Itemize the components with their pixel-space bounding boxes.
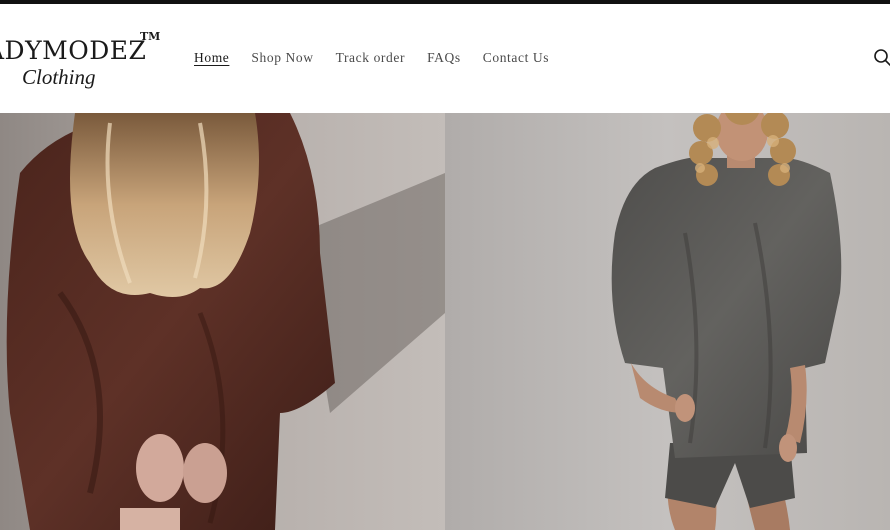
logo-subtitle: Clothing [22, 65, 96, 89]
nav-item-shop-now[interactable]: Shop Now [251, 50, 313, 66]
nav-item-contact-us[interactable]: Contact Us [483, 50, 549, 66]
hero-image-left[interactable] [0, 113, 445, 530]
nav-item-home[interactable]: Home [194, 50, 229, 66]
nav-item-track-order[interactable]: Track order [336, 50, 405, 66]
model-grey-oversized-tee-image [445, 113, 890, 530]
search-button[interactable] [872, 47, 890, 69]
model-brown-oversized-tee-image [0, 113, 445, 530]
nav-item-faqs[interactable]: FAQs [427, 50, 461, 66]
main-navigation: Home Shop Now Track order FAQs Contact U… [194, 50, 549, 66]
logo-wordmark: ADYMODEZ [0, 36, 147, 65]
site-header: ADYMODEZ TM Clothing Home Shop Now Track… [0, 4, 890, 113]
hero-image-right[interactable] [445, 113, 890, 530]
brand-logo[interactable]: ADYMODEZ TM Clothing [0, 30, 166, 100]
search-icon [874, 49, 890, 67]
logo-trademark: TM [140, 30, 161, 43]
hero-banner[interactable] [0, 113, 890, 530]
